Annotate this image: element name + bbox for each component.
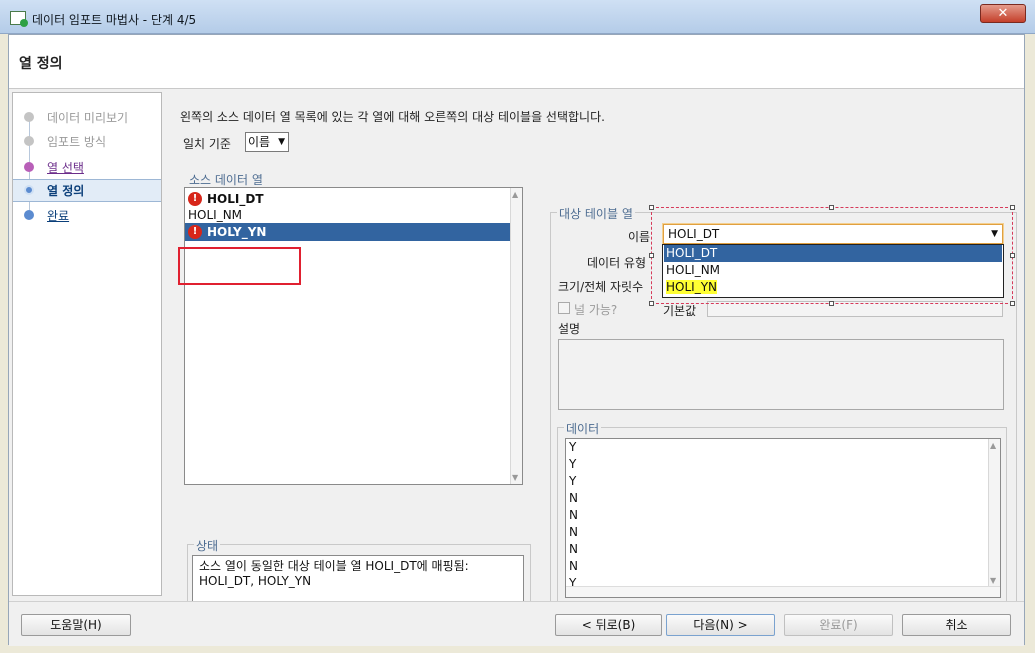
page-title: 열 정의 xyxy=(19,56,63,72)
step-label: 데이터 미리보기 xyxy=(47,111,129,125)
data-group: 데이터 Y Y Y N N N N N Y ▲ ▼ xyxy=(557,420,1007,617)
list-item-label: HOLI_NM xyxy=(188,208,243,222)
resize-handle xyxy=(1010,205,1015,210)
next-button[interactable]: 다음(N) > xyxy=(666,614,775,636)
match-select[interactable]: 이름 ▼ xyxy=(245,132,289,152)
wizard-client: 열 정의 데이터 미리보기 임포트 방식 열 선택 열 정의 완료 왼쪽의 소스… xyxy=(8,34,1025,646)
list-item-selected[interactable]: ! HOLY_YN xyxy=(185,223,511,241)
title-bar: 데이터 임포트 마법사 - 단계 4/5 ✕ xyxy=(0,0,1035,34)
resize-handle xyxy=(1010,301,1015,306)
error-icon: ! xyxy=(188,225,202,239)
data-preview-list[interactable]: Y Y Y N N N N N Y ▲ ▼ xyxy=(565,438,1001,598)
instruction-text: 왼쪽의 소스 데이터 열 목록에 있는 각 열에 대해 오른쪽의 대상 테이블을… xyxy=(180,110,605,124)
window-title: 데이터 임포트 마법사 - 단계 4/5 xyxy=(32,13,197,27)
scroll-down-icon[interactable]: ▼ xyxy=(990,576,996,585)
description-label: 설명 xyxy=(558,322,581,336)
description-textarea[interactable] xyxy=(558,339,1004,410)
data-row: N xyxy=(569,559,578,573)
scroll-down-icon[interactable]: ▼ xyxy=(512,473,518,482)
scrollbar[interactable]: ▲ ▼ xyxy=(510,188,522,484)
step-import-method: 임포트 방식 xyxy=(13,131,161,151)
list-item-label: HOLY_YN xyxy=(207,225,267,239)
back-button[interactable]: < 뒤로(B) xyxy=(555,614,662,636)
resize-handle xyxy=(1010,253,1015,258)
step-done-icon xyxy=(24,136,34,146)
scroll-up-icon[interactable]: ▲ xyxy=(990,441,996,450)
step-label: 임포트 방식 xyxy=(47,135,107,149)
step-column-define: 열 정의 xyxy=(13,179,161,202)
data-row: N xyxy=(569,542,578,556)
wizard-body: 데이터 미리보기 임포트 방식 열 선택 열 정의 완료 왼쪽의 소스 데이터 … xyxy=(9,89,1024,624)
nullable-checkbox[interactable] xyxy=(558,302,570,314)
step-data-preview: 데이터 미리보기 xyxy=(13,107,161,127)
resize-handle xyxy=(829,205,834,210)
resize-handle xyxy=(829,301,834,306)
data-row: N xyxy=(569,491,578,505)
wizard-window: 데이터 임포트 마법사 - 단계 4/5 ✕ 열 정의 데이터 미리보기 임포트… xyxy=(0,0,1035,653)
nullable-label: 널 가능? xyxy=(574,303,618,317)
target-group-label: 대상 테이블 열 xyxy=(557,205,635,222)
list-item[interactable]: HOLI_NM xyxy=(185,206,511,224)
status-group-label: 상태 xyxy=(194,537,221,554)
page-header: 열 정의 xyxy=(9,35,1024,89)
step-column-select[interactable]: 열 선택 xyxy=(13,157,161,177)
annotation-box xyxy=(178,247,301,285)
error-icon: ! xyxy=(188,192,202,206)
horizontal-scrollbar[interactable] xyxy=(566,586,1000,597)
main-panel: 왼쪽의 소스 데이터 열 목록에 있는 각 열에 대해 오른쪽의 대상 테이블을… xyxy=(169,89,1021,624)
resize-handle xyxy=(649,253,654,258)
step-visited-icon xyxy=(24,162,34,172)
cancel-button[interactable]: 취소 xyxy=(902,614,1011,636)
data-row: Y xyxy=(569,474,577,488)
step-done-icon xyxy=(24,112,34,122)
data-row: Y xyxy=(569,457,577,471)
source-columns-group: 소스 데이터 열 ! HOLI_DT HOLI_NM ! HOLY_YN ▲ ▼ xyxy=(180,171,527,488)
match-value: 이름 xyxy=(248,135,271,149)
scrollbar[interactable]: ▲ ▼ xyxy=(988,439,1000,587)
step-current-icon xyxy=(24,185,34,195)
resize-handle xyxy=(649,205,654,210)
steps-panel: 데이터 미리보기 임포트 방식 열 선택 열 정의 완료 xyxy=(12,92,162,596)
source-columns-list[interactable]: ! HOLI_DT HOLI_NM ! HOLY_YN ▲ ▼ xyxy=(184,187,523,485)
annotation-selection-box xyxy=(651,207,1013,304)
step-label[interactable]: 열 선택 xyxy=(47,159,84,176)
close-button[interactable]: ✕ xyxy=(980,4,1026,23)
step-label[interactable]: 완료 xyxy=(47,207,69,224)
name-label: 이름 xyxy=(628,230,651,244)
match-label: 일치 기준 xyxy=(183,137,231,151)
finish-button[interactable]: 완료(F) xyxy=(784,614,893,636)
step-finish[interactable]: 완료 xyxy=(13,205,161,225)
data-row: Y xyxy=(569,440,577,454)
size-label: 크기/전체 자릿수 xyxy=(558,280,644,294)
default-label: 기본값 xyxy=(663,304,697,318)
scroll-up-icon[interactable]: ▲ xyxy=(512,190,518,199)
data-group-label: 데이터 xyxy=(564,420,602,437)
data-row: N xyxy=(569,508,578,522)
wizard-footer: 도움말(H) < 뒤로(B) 다음(N) > 완료(F) 취소 xyxy=(9,601,1024,646)
source-group-label: 소스 데이터 열 xyxy=(187,171,265,188)
import-wizard-icon xyxy=(10,11,28,27)
help-button[interactable]: 도움말(H) xyxy=(21,614,131,636)
data-type-label: 데이터 유형 xyxy=(587,256,647,270)
step-next-icon xyxy=(24,210,34,220)
chevron-down-icon: ▼ xyxy=(278,137,285,147)
data-row: N xyxy=(569,525,578,539)
resize-handle xyxy=(649,301,654,306)
step-label: 열 정의 xyxy=(47,184,85,198)
